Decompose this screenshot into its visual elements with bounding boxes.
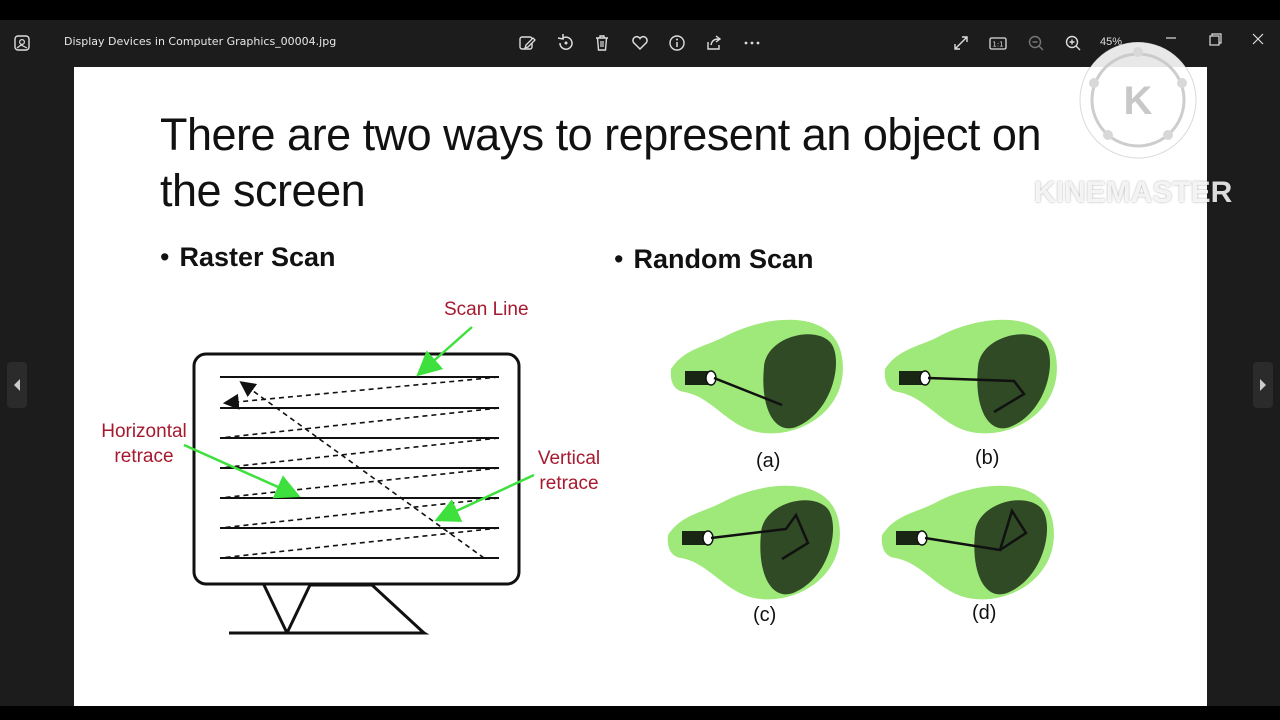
rotate-icon[interactable] <box>555 33 575 53</box>
favorite-icon[interactable] <box>630 33 650 53</box>
crt-figure-c <box>667 485 840 600</box>
zoom-out-icon[interactable] <box>1026 33 1046 53</box>
close-icon[interactable] <box>1245 30 1271 56</box>
svg-text:1:1: 1:1 <box>992 41 1003 49</box>
more-icon[interactable] <box>742 33 762 53</box>
previous-image-icon[interactable] <box>7 362 27 408</box>
crt-figure-b <box>884 319 1057 434</box>
kinemaster-logo-letter: K <box>1124 79 1153 123</box>
subfigure-a-label: (a) <box>756 450 781 472</box>
slide-image: There are two ways to represent an objec… <box>74 67 1207 706</box>
share-icon[interactable] <box>704 33 724 53</box>
delete-icon[interactable] <box>592 33 612 53</box>
letterbox-bottom <box>0 706 1280 720</box>
crt-figure-d <box>881 485 1054 600</box>
kinemaster-logo: K <box>1079 41 1197 159</box>
subfigure-c-label: (c) <box>753 604 777 626</box>
random-scan-diagram <box>667 319 1057 600</box>
subfigure-b-label: (b) <box>975 447 1000 469</box>
crt-figure-a <box>670 319 843 434</box>
subfigure-d-label: (d) <box>972 602 997 624</box>
restore-icon[interactable] <box>1202 30 1228 56</box>
kinemaster-watermark-text: KINEMASTER <box>1034 176 1233 209</box>
actual-size-icon[interactable]: 1:1 <box>988 33 1008 53</box>
edit-image-icon[interactable] <box>517 33 537 53</box>
letterbox-top <box>0 0 1280 20</box>
next-image-icon[interactable] <box>1253 362 1273 408</box>
fullscreen-icon[interactable] <box>951 33 971 53</box>
file-name: Display Devices in Computer Graphics_000… <box>64 35 337 48</box>
photos-app-icon <box>12 33 32 53</box>
info-icon[interactable] <box>667 33 687 53</box>
